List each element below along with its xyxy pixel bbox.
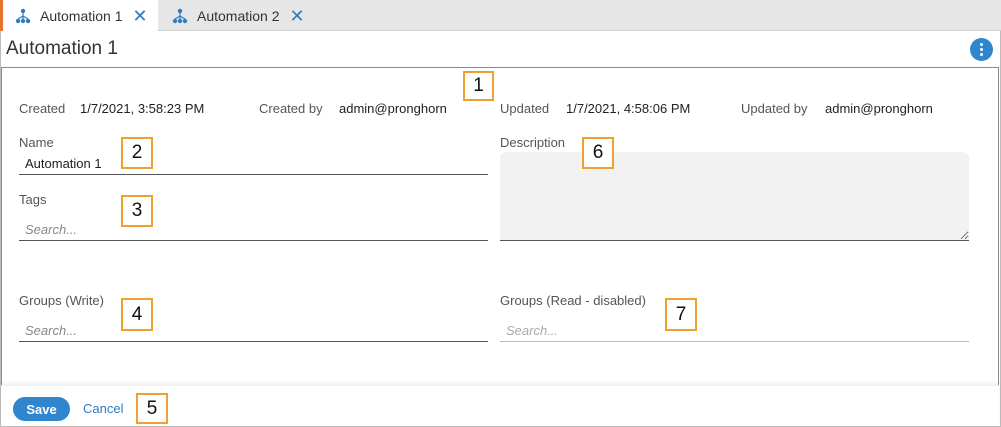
callout-1: 1 bbox=[463, 71, 494, 101]
groups-read-label: Groups (Read - disabled) bbox=[500, 293, 646, 308]
name-label: Name bbox=[19, 135, 54, 150]
name-value: Automation 1 bbox=[25, 156, 102, 171]
callout-5: 5 bbox=[136, 393, 168, 424]
updated-by-value: admin@pronghorn bbox=[825, 101, 933, 116]
updated-label: Updated bbox=[500, 101, 550, 116]
tab-bar: Automation 1 ✕ Automation 2 ✕ bbox=[0, 0, 1001, 31]
tab-automation-2[interactable]: Automation 2 ✕ bbox=[160, 0, 310, 31]
description-textarea[interactable] bbox=[500, 152, 969, 241]
updated-by-label: Updated by bbox=[741, 101, 808, 116]
created-by-label: Created by bbox=[259, 101, 323, 116]
updated-value: 1/7/2021, 4:58:06 PM bbox=[566, 101, 691, 116]
groups-write-search-input[interactable] bbox=[25, 323, 488, 338]
groups-write-field[interactable] bbox=[19, 320, 488, 342]
more-vertical-icon[interactable] bbox=[970, 38, 993, 61]
close-icon[interactable]: ✕ bbox=[290, 7, 305, 25]
created-label: Created bbox=[19, 101, 66, 116]
callout-3: 3 bbox=[121, 195, 153, 227]
created-value: 1/7/2021, 3:58:23 PM bbox=[80, 101, 205, 116]
automation-icon bbox=[172, 8, 188, 23]
automation-icon bbox=[15, 8, 31, 23]
close-icon[interactable]: ✕ bbox=[133, 7, 148, 25]
callout-7: 7 bbox=[665, 298, 697, 331]
callout-2: 2 bbox=[121, 137, 153, 169]
groups-write-label: Groups (Write) bbox=[19, 293, 104, 308]
tags-field[interactable] bbox=[19, 219, 488, 241]
callout-6: 6 bbox=[582, 137, 614, 169]
save-button[interactable]: Save bbox=[13, 397, 70, 421]
description-label: Description bbox=[500, 135, 566, 150]
groups-read-search-input bbox=[506, 323, 969, 338]
tags-label: Tags bbox=[19, 192, 47, 207]
page-title: Automation 1 bbox=[6, 38, 118, 59]
callout-4: 4 bbox=[121, 298, 153, 331]
groups-read-field bbox=[500, 320, 969, 342]
created-by-value: admin@pronghorn bbox=[339, 101, 447, 116]
tags-search-input[interactable] bbox=[25, 222, 488, 237]
tab-label: Automation 2 bbox=[197, 7, 280, 24]
cancel-button[interactable]: Cancel bbox=[83, 401, 123, 416]
tab-automation-1[interactable]: Automation 1 ✕ bbox=[0, 0, 158, 31]
tab-label: Automation 1 bbox=[40, 7, 123, 24]
name-field[interactable]: Automation 1 bbox=[19, 153, 488, 175]
